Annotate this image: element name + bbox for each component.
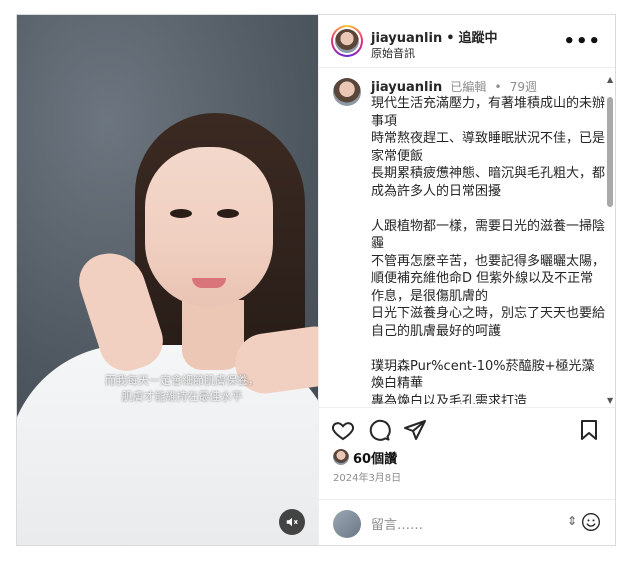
heart-icon[interactable] <box>331 418 355 442</box>
likes-row[interactable]: 60個讚 <box>333 447 397 467</box>
current-user-avatar <box>333 510 361 538</box>
emoji-icon[interactable] <box>581 512 601 532</box>
speaker-muted-icon <box>286 517 298 527</box>
post-frame: 而我每天一定會細節肌膚保養， 肌膚才能維持在最佳水平 jiayuanlin • 追蹤… <box>16 14 616 546</box>
bookmark-icon[interactable] <box>577 418 601 442</box>
post-header: jiayuanlin • 追蹤中 原始音訊 ••• <box>319 15 615 68</box>
comments-scrollbar[interactable]: ▲ ▼ <box>606 75 614 405</box>
comment-input[interactable]: 留言…… <box>371 514 423 533</box>
more-options-icon[interactable]: ••• <box>563 31 601 52</box>
story-avatar[interactable] <box>331 25 363 57</box>
comment-username[interactable]: jiayuanlin <box>371 80 442 95</box>
post-media[interactable]: 而我每天一定會細節肌膚保養， 肌膚才能維持在最佳水平 <box>17 15 318 545</box>
comment-header: jiayuanlin 已編輯 • 79週 <box>371 80 538 95</box>
comment-icon[interactable] <box>367 418 391 442</box>
follow-status-button[interactable]: 追蹤中 <box>459 31 498 46</box>
scroll-down-icon[interactable]: ▼ <box>607 396 613 405</box>
lips <box>192 278 226 288</box>
scrollbar-thumb[interactable] <box>607 97 613 207</box>
post-panel: jiayuanlin • 追蹤中 原始音訊 ••• jiayuanlin 已編輯 •… <box>318 15 615 545</box>
scroll-up-icon[interactable]: ▲ <box>607 75 613 84</box>
comment-time[interactable]: 79週 <box>510 80 537 94</box>
post-date[interactable]: 2024年3月8日 <box>333 469 401 484</box>
comment-edited-label: 已編輯 <box>450 80 487 94</box>
paper-plane-icon[interactable] <box>403 418 427 442</box>
comment-avatar[interactable] <box>333 78 361 106</box>
video-caption-line-1: 而我每天一定會細節肌膚保養， <box>105 374 259 387</box>
header-username[interactable]: jiayuanlin <box>371 31 442 46</box>
video-caption-line-2: 肌膚才能維持在最佳水平 <box>121 390 243 403</box>
video-caption: 而我每天一定會細節肌膚保養， 肌膚才能維持在最佳水平 <box>77 373 287 405</box>
comment-bar: 留言…… ⇕ <box>319 499 615 546</box>
audio-label[interactable]: 原始音訊 <box>371 45 415 61</box>
right-eye <box>217 209 239 218</box>
header-username-row: jiayuanlin • 追蹤中 <box>371 31 498 46</box>
left-eye <box>170 209 192 218</box>
sort-icon[interactable]: ⇕ <box>567 514 577 528</box>
likes-count[interactable]: 60個讚 <box>353 448 397 467</box>
post-actions <box>319 407 615 448</box>
mute-button[interactable] <box>279 509 305 535</box>
liker-avatar <box>333 449 349 465</box>
comment-text: 現代生活充滿壓力，有著堆積成山的未辦事項 時常熬夜趕工、導致睡眠狀況不佳，已是家… <box>371 96 606 404</box>
comments-area: jiayuanlin 已編輯 • 79週 現代生活充滿壓力，有著堆積成山的未辦事… <box>319 68 609 404</box>
